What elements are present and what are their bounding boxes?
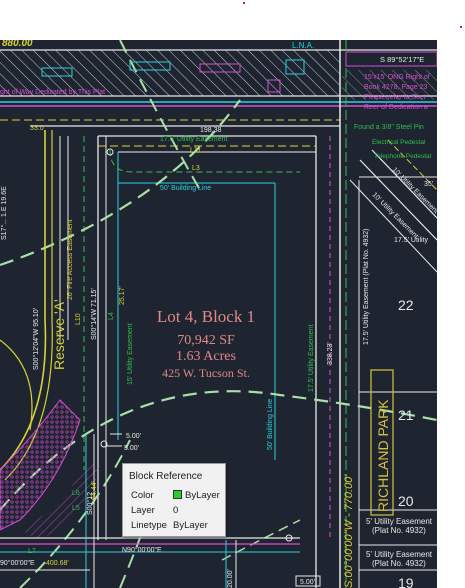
row-note-4: Reer of Dedication a bbox=[364, 104, 428, 111]
tooltip-color-label: Color bbox=[131, 490, 154, 501]
utility-5-b: 5' Utility Easement bbox=[366, 550, 433, 559]
richland-park-label: RICHLAND PARK bbox=[375, 399, 391, 512]
l3-label: L3 bbox=[192, 165, 200, 172]
lot-acres: 1.63 Acres bbox=[176, 349, 236, 364]
dim-198-38: 198.38 bbox=[200, 127, 222, 134]
lot-22: 22 bbox=[398, 297, 414, 313]
lot-20: 20 bbox=[398, 493, 414, 509]
color-swatch-icon bbox=[173, 490, 182, 499]
utility-5-a-plat: (Plat No. 4932) bbox=[372, 526, 426, 535]
reserve-a-label: Reserve 'A' bbox=[51, 299, 67, 370]
building-line-right: 50' Building Line bbox=[267, 399, 274, 450]
dim-5-00-a: 5.00' bbox=[126, 433, 141, 440]
fire-access-easement: 26' Fire Access Easement bbox=[67, 219, 74, 300]
block-reference-tooltip: Block Reference Color ByLayer Layer 0 Li… bbox=[122, 463, 226, 537]
utility-17-5-right: 17.5' Utility Easement bbox=[308, 324, 315, 392]
dim-338-23: 338.23' bbox=[327, 342, 334, 365]
s00-lower: S00°12 bbox=[86, 492, 94, 515]
tooltip-layer-label: Layer bbox=[131, 505, 155, 516]
l7-label: L7 bbox=[28, 548, 36, 555]
bearing-vertical: S.00°00'00"W - 770.00' bbox=[343, 474, 355, 588]
tooltip-layer-value: 0 bbox=[173, 505, 179, 516]
tooltip-color-text: ByLayer bbox=[185, 490, 220, 501]
dim-33: 33.0 bbox=[30, 125, 44, 132]
lot-square-feet: 70,942 SF bbox=[177, 333, 235, 348]
row-note-3: Please refer to Sect bbox=[364, 94, 426, 101]
lot-19: 19 bbox=[398, 575, 414, 588]
dim-35: 35' bbox=[424, 181, 433, 188]
dim-5-00-b: 5.00' bbox=[124, 445, 139, 452]
lot-21: 21 bbox=[398, 407, 414, 423]
top-left-text: 880.00 bbox=[2, 40, 33, 49]
dim-5-00-bottom: 5.00' bbox=[300, 579, 315, 586]
building-line-top: 50' Building Line bbox=[160, 185, 211, 192]
bearing-bottom-left: 90°00'00"E bbox=[0, 559, 35, 567]
electrical-pedestal-label: Electrical Pedestal bbox=[372, 139, 426, 146]
dim-25-17: 25.17' bbox=[119, 286, 126, 305]
l5-label: L5 bbox=[72, 505, 80, 512]
richland-utility-2: 10' Utility Easement bbox=[371, 191, 420, 240]
row-dedicated: ght of Way Dedicated by This Plat bbox=[0, 89, 105, 96]
tooltip-linetype-value: ByLayer bbox=[173, 520, 208, 531]
bearing-s0014: S00°14'W 71.15' bbox=[90, 288, 98, 340]
dim-400-68: 400.68' bbox=[46, 560, 69, 567]
lna-label: L.N.A. bbox=[292, 41, 314, 50]
plat-utility-vertical: 17.5' Utility Easement (Plat No. 4932) bbox=[363, 228, 370, 345]
l11-label: L11 bbox=[190, 147, 201, 154]
lot-address: 425 W. Tucson St. bbox=[162, 366, 250, 380]
utility-5-a: 5' Utility Easement bbox=[366, 517, 433, 526]
tooltip-color-value: ByLayer bbox=[173, 490, 220, 501]
row-note-1: 15'x15' ONG Right of bbox=[364, 74, 430, 81]
utility-5-b-plat: (Plat No. 4932) bbox=[372, 559, 426, 568]
red-marker bbox=[243, 2, 245, 4]
l10-label: L10 bbox=[75, 313, 82, 325]
red-marker bbox=[460, 26, 462, 28]
bearing-left: S17°... 1.E 19.6E bbox=[0, 186, 8, 240]
lot-title: Lot 4, Block 1 bbox=[157, 307, 255, 326]
tooltip-linetype-label: Linetype bbox=[131, 520, 167, 531]
bearing-top-right: S 89°52'17"E bbox=[380, 55, 424, 64]
bearing-bottom-mid: N90°00'00"E bbox=[122, 546, 162, 554]
utility-15-label: 15' Utility Easement bbox=[127, 323, 134, 385]
l4-label: L4 bbox=[108, 312, 115, 320]
l6-label: L6 bbox=[72, 490, 80, 497]
bearing-s00-left: S00°12'04"W 95.10' bbox=[32, 308, 40, 370]
dim-20-00: 20.00' bbox=[227, 569, 234, 588]
tooltip-title: Block Reference bbox=[129, 471, 203, 482]
utility-easement-top: 17.5' Utility Easement bbox=[160, 136, 228, 143]
utility-17-5-small: 17.5' Utility bbox=[394, 237, 429, 244]
row-note-2: Book 4278, Page 23 bbox=[364, 84, 428, 91]
telephone-pedestal-label: Telephone Pedestal bbox=[374, 153, 432, 160]
found-pin-label: Found a 3/8" Steel Pin bbox=[354, 124, 424, 131]
